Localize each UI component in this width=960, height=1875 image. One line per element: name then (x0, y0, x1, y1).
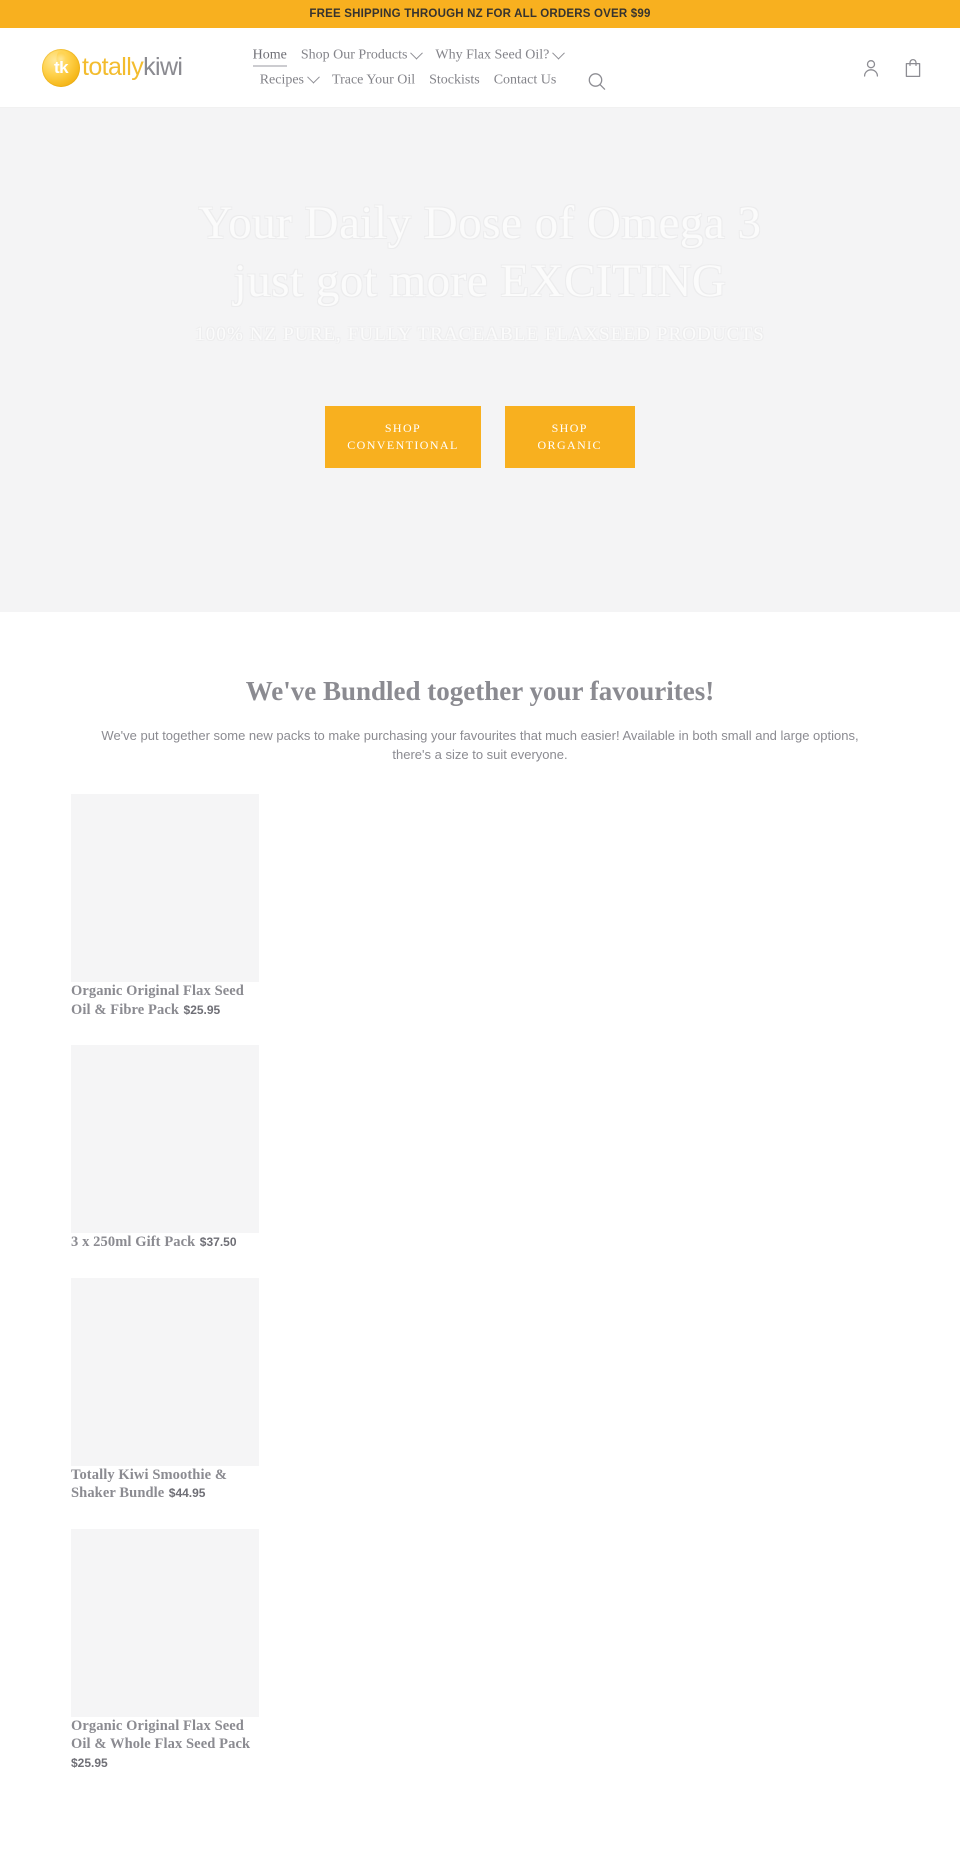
logo-badge-icon: tk (42, 48, 80, 87)
nav-item-label: Why Flax Seed Oil? (435, 47, 550, 63)
hero-banner: Your Daily Dose of Omega 3 just got more… (0, 108, 960, 612)
shop-conventional-button[interactable]: SHOP CONVENTIONAL (325, 406, 481, 468)
nav-item-shop-our-products[interactable]: Shop Our Products (300, 46, 424, 66)
hero-subtitle: 100% NZ PURE, FULLY TRACEABLE FLAXSEED P… (195, 324, 765, 345)
product-price: $25.95 (183, 1002, 221, 1017)
chevron-down-icon (552, 46, 566, 60)
product-card[interactable]: 3 x 250ml Gift Pack $37.50 (71, 1045, 259, 1252)
shop-conventional-line-1: SHOP (384, 421, 422, 435)
product-card[interactable]: Organic Original Flax Seed Oil & Fibre P… (71, 794, 259, 1019)
header-actions (860, 57, 924, 79)
hero-title-line-1: Your Daily Dose of Omega 3 (198, 197, 762, 249)
product-card[interactable]: Organic Original Flax Seed Oil & Whole F… (71, 1528, 259, 1772)
product-image (71, 1528, 259, 1717)
nav-item-label: Home (252, 47, 287, 62)
main-navigation: Home Shop Our Products Why Flax Seed Oil… (248, 45, 568, 90)
nav-item-label: Shop Our Products (300, 47, 408, 63)
page-root: FREE SHIPPING THROUGH NZ FOR ALL ORDERS … (0, 0, 960, 1875)
product-card[interactable]: Totally Kiwi Smoothie & Shaker Bundle $4… (71, 1277, 259, 1503)
announcement-bar: FREE SHIPPING THROUGH NZ FOR ALL ORDERS … (0, 0, 960, 28)
logo-badge-text: tk (53, 58, 69, 77)
product-image (71, 1045, 259, 1233)
product-image (71, 794, 259, 982)
nav-item-label: Recipes (259, 72, 305, 87)
section-description: We've put together some new packs to mak… (101, 728, 859, 762)
nav-item-stockists[interactable]: Stockists (429, 70, 480, 90)
cart-icon[interactable] (902, 57, 924, 79)
section-title: We've Bundled together your favourites! (245, 676, 715, 706)
nav-item-label: Trace Your Oil (332, 72, 416, 87)
site-header: tk totally kiwi Home Shop Our Products Wh… (0, 28, 960, 108)
product-title: 3 x 250ml Gift Pack (71, 1234, 196, 1250)
product-title: Organic Original Flax Seed Oil & Whole F… (71, 1717, 251, 1753)
nav-item-why-flax-seed-oil[interactable]: Why Flax Seed Oil? (435, 46, 566, 66)
shop-organic-button[interactable]: SHOP ORGANIC (504, 406, 635, 468)
logo-word-totally: totally (82, 53, 144, 81)
nav-item-contact-us[interactable]: Contact Us (494, 70, 557, 90)
nav-item-trace-your-oil[interactable]: Trace Your Oil (332, 70, 415, 90)
chevron-down-icon (307, 70, 320, 84)
nav-item-label: Stockists (429, 72, 480, 87)
account-icon[interactable] (860, 57, 882, 79)
product-price: $44.95 (168, 1486, 206, 1500)
product-price: $25.95 (71, 1755, 108, 1770)
search-icon[interactable] (586, 71, 608, 93)
bundles-section: We've Bundled together your favourites! … (0, 612, 960, 1772)
hero-title-line-2: just got more EXCITING (233, 255, 727, 307)
chevron-down-icon (410, 46, 424, 60)
nav-item-recipes[interactable]: Recipes (259, 70, 320, 90)
nav-item-label: Contact Us (493, 72, 557, 87)
product-grid: Organic Original Flax Seed Oil & Fibre P… (0, 794, 960, 1772)
hero-title: Your Daily Dose of Omega 3 just got more… (0, 194, 960, 310)
bundles-header: We've Bundled together your favourites! … (0, 674, 960, 764)
shop-organic-line-1: SHOP (551, 421, 588, 435)
shop-organic-line-2: ORGANIC (537, 438, 602, 452)
product-image (71, 1277, 259, 1466)
nav-item-home[interactable]: Home (252, 45, 287, 66)
announcement-text: FREE SHIPPING THROUGH NZ FOR ALL ORDERS … (309, 8, 651, 20)
product-price: $37.50 (199, 1235, 237, 1249)
hero-cta-group: SHOP CONVENTIONAL SHOP ORGANIC (0, 406, 960, 468)
hero-inner: Your Daily Dose of Omega 3 just got more… (0, 108, 960, 468)
logo-word-kiwi: kiwi (143, 53, 183, 81)
site-logo[interactable]: tk totally kiwi (42, 48, 183, 87)
shop-conventional-line-2: CONVENTIONAL (347, 438, 459, 452)
nav-row: Home Shop Our Products Why Flax Seed Oil… (248, 45, 568, 90)
